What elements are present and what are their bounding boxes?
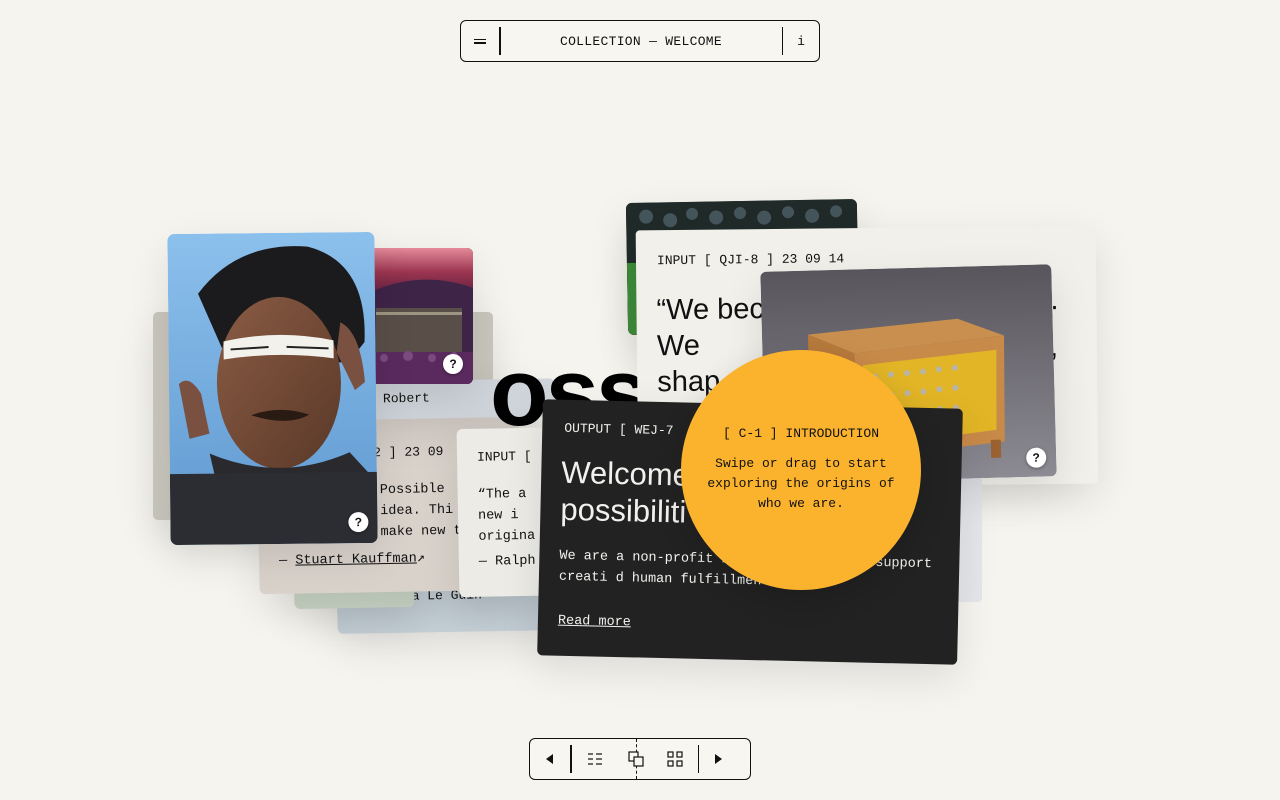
previous-button[interactable] bbox=[530, 739, 570, 779]
card-code: OUTPUT [ WEJ-7 bbox=[564, 420, 674, 439]
stack-view-icon bbox=[627, 751, 644, 767]
help-button[interactable]: ? bbox=[443, 354, 463, 374]
intro-label: [ C-1 ] INTRODUCTION bbox=[722, 426, 880, 441]
menu-button[interactable] bbox=[461, 21, 499, 61]
external-link-icon: ↗ bbox=[416, 551, 426, 567]
info-button[interactable]: i bbox=[783, 21, 819, 61]
card-label: Robert bbox=[382, 390, 430, 407]
read-more-link[interactable]: Read more bbox=[558, 614, 631, 631]
triangle-right-icon bbox=[715, 754, 722, 764]
top-bar: COLLECTION — WELCOME i bbox=[460, 20, 820, 62]
menu-icon bbox=[474, 37, 486, 46]
image-card-portrait[interactable]: ? bbox=[167, 231, 378, 546]
triangle-left-icon bbox=[546, 754, 553, 764]
stack-view-button[interactable] bbox=[619, 739, 653, 779]
help-button[interactable]: ? bbox=[348, 512, 369, 533]
card-code: INPUT [ bbox=[476, 448, 532, 465]
list-view-icon bbox=[588, 753, 602, 765]
grid-view-button[interactable] bbox=[653, 739, 698, 779]
intro-circle[interactable]: [ C-1 ] INTRODUCTION Swipe or drag to st… bbox=[681, 350, 921, 590]
page-title: COLLECTION — WELCOME bbox=[559, 33, 723, 49]
image-card-theater[interactable]: ? bbox=[362, 248, 473, 384]
grid-view-icon bbox=[667, 751, 683, 767]
card-text: “The a new i origina bbox=[477, 486, 536, 545]
bottom-nav-bar bbox=[529, 738, 751, 780]
card-code: INPUT [ QJI-8 ] 23 09 14 bbox=[656, 251, 845, 269]
author-link[interactable]: Stuart Kauffman bbox=[295, 552, 417, 569]
next-button[interactable] bbox=[699, 739, 737, 779]
portrait-image bbox=[167, 231, 378, 546]
list-view-button[interactable] bbox=[572, 739, 619, 779]
author-name: Ralph bbox=[494, 553, 536, 570]
card-code: 2 ] 23 09 bbox=[373, 444, 444, 461]
intro-text: Swipe or drag to start exploring the ori… bbox=[707, 456, 895, 511]
